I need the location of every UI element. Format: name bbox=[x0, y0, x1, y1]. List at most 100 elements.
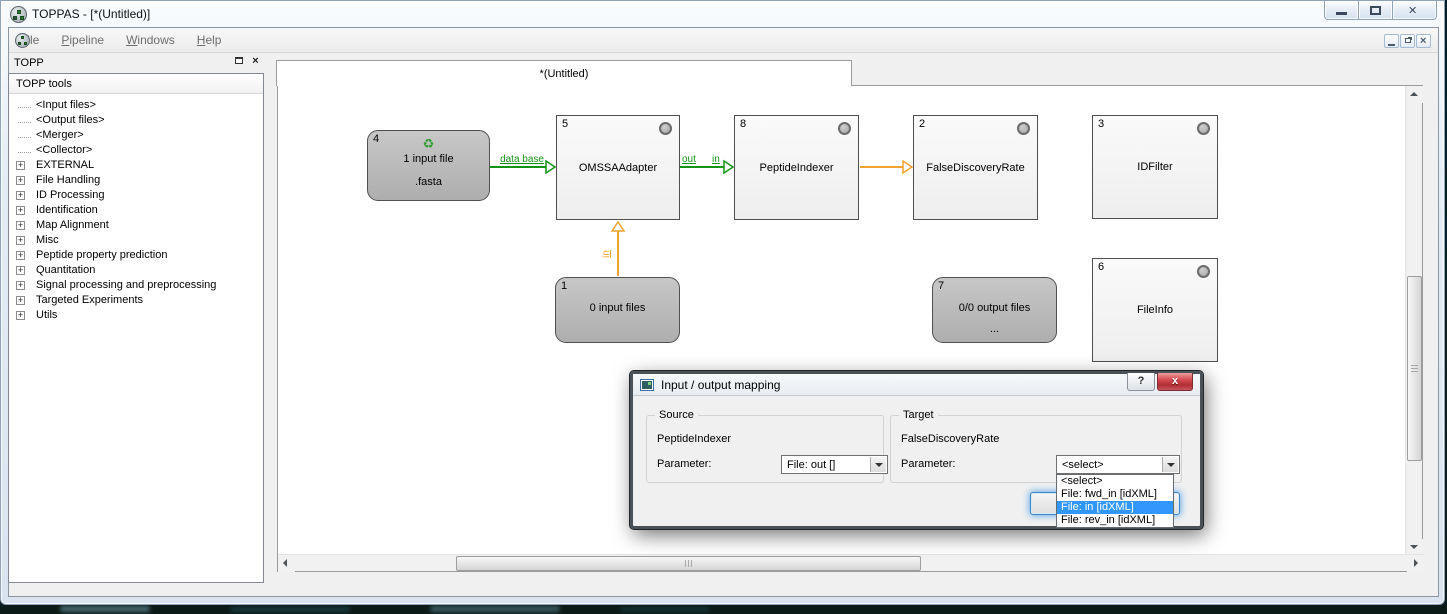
scroll-up-button[interactable] bbox=[1406, 86, 1423, 103]
node-label: IDFilter bbox=[1137, 161, 1172, 173]
expand-icon[interactable]: + bbox=[16, 221, 25, 230]
node-label: 0/0 output files bbox=[933, 302, 1056, 314]
node-peptideindexer[interactable]: 8 PeptideIndexer bbox=[734, 115, 859, 220]
target-parameter-value: <select> bbox=[1062, 459, 1104, 471]
tree-item-external[interactable]: +EXTERNAL bbox=[9, 159, 263, 174]
menu-help[interactable]: Help bbox=[186, 29, 233, 51]
scroll-left-button[interactable] bbox=[278, 555, 295, 572]
edge-out-in-arrowhead bbox=[724, 161, 733, 173]
expand-icon[interactable]: + bbox=[16, 311, 25, 320]
node-omssaadapter[interactable]: 5 OMSSAAdapter bbox=[556, 115, 680, 220]
node-input-file-fasta[interactable]: 4 ♻ 1 input file .fasta bbox=[367, 130, 490, 201]
dialog-icon bbox=[640, 379, 654, 391]
status-led-icon bbox=[1017, 122, 1030, 135]
edge-label-in: in bbox=[712, 154, 720, 165]
minimize-button[interactable] bbox=[1324, 1, 1358, 20]
tree-item-collector[interactable]: <Collector> bbox=[9, 144, 263, 159]
node-number: 3 bbox=[1098, 118, 1104, 130]
tree-item-quantitation[interactable]: + Quantitation bbox=[9, 264, 263, 279]
status-led-icon bbox=[1197, 122, 1210, 135]
tree-item-map-alignment[interactable]: +Map Alignment bbox=[9, 219, 263, 234]
status-led-icon bbox=[1197, 265, 1210, 278]
expand-icon[interactable]: + bbox=[16, 176, 25, 185]
tree-item-label: <Merger> bbox=[36, 129, 84, 141]
tree-item-targeted-experiments[interactable]: +Targeted Experiments bbox=[9, 294, 263, 309]
node-label: OMSSAAdapter bbox=[579, 162, 657, 174]
tree-item-output-files[interactable]: <Output files> bbox=[9, 114, 263, 129]
expand-icon[interactable]: + bbox=[16, 266, 25, 275]
expand-icon[interactable]: + bbox=[16, 296, 25, 305]
vertical-scroll-thumb[interactable] bbox=[1407, 276, 1422, 461]
dialog-close-button[interactable]: x bbox=[1157, 373, 1193, 391]
tree-item-id-processing[interactable]: +ID Processing bbox=[9, 189, 263, 204]
dropdown-option-rev-in[interactable]: File: rev_in [idXML] bbox=[1057, 514, 1173, 527]
minimize-icon bbox=[1336, 12, 1347, 15]
desktop-blur-blob bbox=[620, 607, 710, 612]
expand-icon[interactable]: + bbox=[16, 161, 25, 170]
dropdown-option-select[interactable]: <select> bbox=[1057, 475, 1173, 488]
source-parameter-value: File: out [] bbox=[787, 459, 835, 471]
target-parameter-combobox[interactable]: <select> bbox=[1056, 455, 1180, 474]
tree-branch-line bbox=[18, 107, 31, 108]
screen: TOPPAS - [*(Untitled)] ✕ File Pipeline W… bbox=[0, 0, 1447, 614]
tree-item-misc[interactable]: + Misc bbox=[9, 234, 263, 249]
combo-dropdown-arrow-icon[interactable] bbox=[870, 457, 886, 472]
expand-icon[interactable]: + bbox=[16, 281, 25, 290]
tree-item-label: Quantitation bbox=[36, 264, 95, 276]
tree-item-file-handling[interactable]: + File Handling bbox=[9, 174, 263, 189]
dropdown-option-in[interactable]: File: in [idXML] bbox=[1057, 501, 1173, 514]
edge-inputfiles-omssa-arrowhead bbox=[612, 222, 624, 231]
tree-item-signal-processing[interactable]: +Signal processing and preprocessing bbox=[9, 279, 263, 294]
node-idfilter[interactable]: 3 IDFilter bbox=[1092, 115, 1218, 219]
tree-item-utils[interactable]: +Utils bbox=[9, 309, 263, 324]
mdi-restore-button[interactable] bbox=[1400, 34, 1415, 48]
tree-branch-line bbox=[18, 152, 31, 153]
node-label: 0 input files bbox=[556, 302, 679, 314]
dropdown-option-fwd-in[interactable]: File: fwd_in [idXML] bbox=[1057, 488, 1173, 501]
menu-windows[interactable]: Windows bbox=[115, 29, 186, 51]
topp-tools-panel: TOPP tools <Input files> <Output files> … bbox=[8, 73, 264, 583]
node-number: 5 bbox=[562, 118, 568, 130]
expand-icon[interactable]: + bbox=[16, 191, 25, 200]
mdi-close-button[interactable]: × bbox=[1416, 34, 1431, 48]
node-output-files[interactable]: 7 0/0 output files ... bbox=[932, 277, 1057, 343]
node-fileinfo[interactable]: 6 FileInfo bbox=[1092, 258, 1218, 362]
maximize-button[interactable] bbox=[1358, 1, 1392, 20]
titlebar: TOPPAS - [*(Untitled)] ✕ bbox=[1, 1, 1444, 28]
node-falsediscoveryrate[interactable]: 2 FalseDiscoveryRate bbox=[913, 115, 1038, 220]
edge-label-database: data base bbox=[500, 154, 544, 165]
tree-item-merger[interactable]: <Merger> bbox=[9, 129, 263, 144]
tree-item-label: File Handling bbox=[36, 174, 100, 186]
node-input-files[interactable]: 1 0 input files bbox=[555, 277, 680, 343]
dialog-titlebar: Input / output mapping ? x bbox=[633, 374, 1200, 396]
app-icon bbox=[10, 6, 27, 23]
tree-item-input-files[interactable]: <Input files> bbox=[9, 99, 263, 114]
tab-untitled[interactable]: *(Untitled) bbox=[276, 60, 852, 86]
node-number: 1 bbox=[561, 280, 567, 292]
node-label: FileInfo bbox=[1137, 304, 1173, 316]
node-number: 4 bbox=[373, 133, 379, 145]
menu-pipeline[interactable]: Pipeline bbox=[50, 29, 115, 51]
dock-float-button[interactable] bbox=[233, 55, 246, 68]
close-button[interactable]: ✕ bbox=[1392, 1, 1437, 20]
combo-dropdown-arrow-icon[interactable] bbox=[1162, 457, 1178, 472]
menu-bar: File Pipeline Windows Help bbox=[9, 28, 1438, 53]
tree-item-peptide-property-prediction[interactable]: +Peptide property prediction bbox=[9, 249, 263, 264]
source-parameter-combobox[interactable]: File: out [] bbox=[781, 455, 888, 474]
tree-item-identification[interactable]: +Identification bbox=[9, 204, 263, 219]
expand-icon[interactable]: + bbox=[16, 206, 25, 215]
scroll-right-button[interactable] bbox=[1407, 555, 1424, 572]
dialog-help-button[interactable]: ? bbox=[1127, 373, 1155, 391]
node-sublabel: .fasta bbox=[368, 176, 489, 188]
expand-icon[interactable]: + bbox=[16, 236, 25, 245]
mdi-minimize-button[interactable] bbox=[1384, 34, 1399, 48]
expand-icon[interactable]: + bbox=[16, 251, 25, 260]
horizontal-scrollbar[interactable] bbox=[278, 554, 1424, 571]
menu-app-icon bbox=[15, 33, 30, 48]
tree-item-label: Misc bbox=[36, 234, 59, 246]
dock-close-button[interactable]: × bbox=[249, 55, 262, 68]
vertical-scrollbar[interactable] bbox=[1405, 86, 1422, 556]
mdi-controls: × bbox=[1384, 34, 1431, 48]
source-group-legend: Source bbox=[655, 409, 698, 421]
horizontal-scroll-thumb[interactable] bbox=[456, 556, 921, 571]
